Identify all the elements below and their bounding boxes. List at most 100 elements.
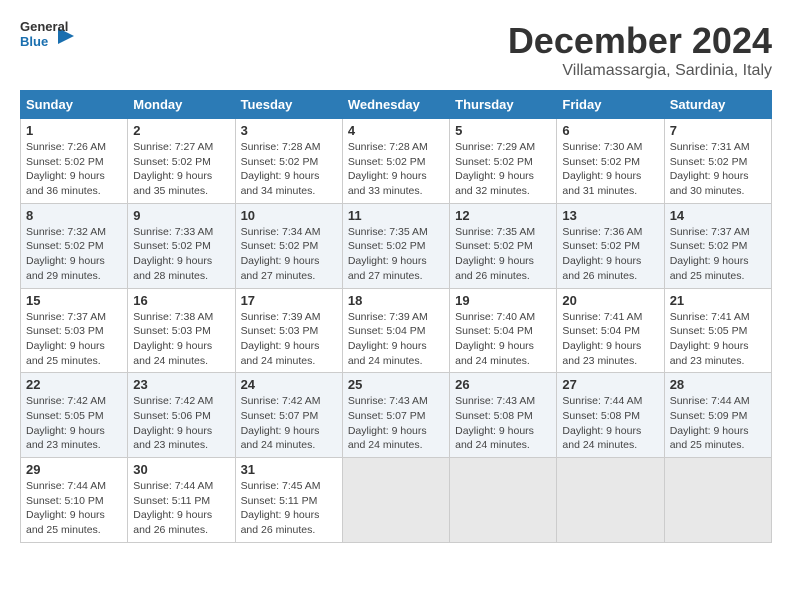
calendar-cell (557, 458, 664, 543)
day-number: 21 (670, 293, 766, 308)
calendar-cell: 21 Sunrise: 7:41 AM Sunset: 5:05 PM Dayli… (664, 288, 771, 373)
day-info: Sunrise: 7:40 AM Sunset: 5:04 PM Dayligh… (455, 310, 551, 369)
day-number: 12 (455, 208, 551, 223)
day-info: Sunrise: 7:26 AM Sunset: 5:02 PM Dayligh… (26, 140, 122, 199)
day-number: 4 (348, 123, 444, 138)
day-info: Sunrise: 7:42 AM Sunset: 5:07 PM Dayligh… (241, 394, 337, 453)
day-number: 22 (26, 377, 122, 392)
calendar-cell: 6Sunrise: 7:30 AM Sunset: 5:02 PM Daylig… (557, 119, 664, 204)
calendar-cell: 31Sunrise: 7:45 AM Sunset: 5:11 PM Dayli… (235, 458, 342, 543)
day-number: 11 (348, 208, 444, 223)
day-number: 29 (26, 462, 122, 477)
calendar-cell: 16 Sunrise: 7:38 AM Sunset: 5:03 PM Dayli… (128, 288, 235, 373)
calendar-cell: 10Sunrise: 7:34 AM Sunset: 5:02 PM Dayli… (235, 203, 342, 288)
day-info: Sunrise: 7:41 AM Sunset: 5:05 PM Dayligh… (670, 310, 766, 369)
calendar-cell: 27 Sunrise: 7:44 AM Sunset: 5:08 PM Dayli… (557, 373, 664, 458)
day-info: Sunrise: 7:44 AM Sunset: 5:10 PM Dayligh… (26, 479, 122, 538)
day-number: 1 (26, 123, 122, 138)
calendar-cell (664, 458, 771, 543)
calendar-header: SundayMondayTuesdayWednesdayThursdayFrid… (21, 91, 772, 119)
calendar-cell: 13Sunrise: 7:36 AM Sunset: 5:02 PM Dayli… (557, 203, 664, 288)
day-info: Sunrise: 7:44 AM Sunset: 5:11 PM Dayligh… (133, 479, 229, 538)
logo-text-general: General (20, 20, 56, 35)
day-info: Sunrise: 7:43 AM Sunset: 5:07 PM Dayligh… (348, 394, 444, 453)
day-number: 30 (133, 462, 229, 477)
calendar-cell (450, 458, 557, 543)
day-info: Sunrise: 7:27 AM Sunset: 5:02 PM Dayligh… (133, 140, 229, 199)
weekday-header-sunday: Sunday (21, 91, 128, 119)
title-area: December 2024 Villamassargia, Sardinia, … (508, 20, 772, 80)
day-number: 18 (348, 293, 444, 308)
day-number: 2 (133, 123, 229, 138)
calendar-cell: 28Sunrise: 7:44 AM Sunset: 5:09 PM Dayli… (664, 373, 771, 458)
day-number: 31 (241, 462, 337, 477)
day-info: Sunrise: 7:36 AM Sunset: 5:02 PM Dayligh… (562, 225, 658, 284)
calendar-cell: 24 Sunrise: 7:42 AM Sunset: 5:07 PM Dayli… (235, 373, 342, 458)
day-info: Sunrise: 7:34 AM Sunset: 5:02 PM Dayligh… (241, 225, 337, 284)
weekday-header-tuesday: Tuesday (235, 91, 342, 119)
day-number: 3 (241, 123, 337, 138)
day-number: 5 (455, 123, 551, 138)
day-info: Sunrise: 7:42 AM Sunset: 5:05 PM Dayligh… (26, 394, 122, 453)
day-info: Sunrise: 7:39 AM Sunset: 5:04 PM Dayligh… (348, 310, 444, 369)
calendar-table: SundayMondayTuesdayWednesdayThursdayFrid… (20, 90, 772, 543)
weekday-header-monday: Monday (128, 91, 235, 119)
calendar-cell: 15 Sunrise: 7:37 AM Sunset: 5:03 PM Dayli… (21, 288, 128, 373)
calendar-week-row: 22 Sunrise: 7:42 AM Sunset: 5:05 PM Dayli… (21, 373, 772, 458)
calendar-cell: 29 Sunrise: 7:44 AM Sunset: 5:10 PM Dayli… (21, 458, 128, 543)
day-number: 27 (562, 377, 658, 392)
day-info: Sunrise: 7:35 AM Sunset: 5:02 PM Dayligh… (455, 225, 551, 284)
calendar-cell: 18 Sunrise: 7:39 AM Sunset: 5:04 PM Dayli… (342, 288, 449, 373)
day-info: Sunrise: 7:38 AM Sunset: 5:03 PM Dayligh… (133, 310, 229, 369)
day-number: 14 (670, 208, 766, 223)
day-info: Sunrise: 7:30 AM Sunset: 5:02 PM Dayligh… (562, 140, 658, 199)
month-year-title: December 2024 (508, 20, 772, 62)
day-number: 28 (670, 377, 766, 392)
day-info: Sunrise: 7:31 AM Sunset: 5:02 PM Dayligh… (670, 140, 766, 199)
day-number: 24 (241, 377, 337, 392)
location-subtitle: Villamassargia, Sardinia, Italy (508, 62, 772, 80)
calendar-week-row: 1 Sunrise: 7:26 AM Sunset: 5:02 PM Daylig… (21, 119, 772, 204)
calendar-cell: 11 Sunrise: 7:35 AM Sunset: 5:02 PM Dayli… (342, 203, 449, 288)
calendar-cell (342, 458, 449, 543)
day-number: 23 (133, 377, 229, 392)
calendar-cell: 23 Sunrise: 7:42 AM Sunset: 5:06 PM Dayli… (128, 373, 235, 458)
calendar-cell: 30 Sunrise: 7:44 AM Sunset: 5:11 PM Dayli… (128, 458, 235, 543)
calendar-cell: 17Sunrise: 7:39 AM Sunset: 5:03 PM Dayli… (235, 288, 342, 373)
day-number: 19 (455, 293, 551, 308)
calendar-cell: 20 Sunrise: 7:41 AM Sunset: 5:04 PM Dayli… (557, 288, 664, 373)
day-number: 20 (562, 293, 658, 308)
weekday-header-wednesday: Wednesday (342, 91, 449, 119)
day-number: 17 (241, 293, 337, 308)
day-number: 9 (133, 208, 229, 223)
day-number: 25 (348, 377, 444, 392)
day-number: 16 (133, 293, 229, 308)
calendar-week-row: 8Sunrise: 7:32 AM Sunset: 5:02 PM Daylig… (21, 203, 772, 288)
calendar-cell: 4 Sunrise: 7:28 AM Sunset: 5:02 PM Daylig… (342, 119, 449, 204)
calendar-cell: 14Sunrise: 7:37 AM Sunset: 5:02 PM Dayli… (664, 203, 771, 288)
calendar-cell: 22 Sunrise: 7:42 AM Sunset: 5:05 PM Dayli… (21, 373, 128, 458)
calendar-cell: 1 Sunrise: 7:26 AM Sunset: 5:02 PM Daylig… (21, 119, 128, 204)
header-area: General Blue December 2024 Villamassargi… (20, 20, 772, 80)
day-info: Sunrise: 7:37 AM Sunset: 5:03 PM Dayligh… (26, 310, 122, 369)
day-info: Sunrise: 7:28 AM Sunset: 5:02 PM Dayligh… (348, 140, 444, 199)
weekday-header-thursday: Thursday (450, 91, 557, 119)
day-number: 7 (670, 123, 766, 138)
calendar-cell: 5Sunrise: 7:29 AM Sunset: 5:02 PM Daylig… (450, 119, 557, 204)
day-number: 15 (26, 293, 122, 308)
day-info: Sunrise: 7:41 AM Sunset: 5:04 PM Dayligh… (562, 310, 658, 369)
weekday-header-friday: Friday (557, 91, 664, 119)
weekday-header-saturday: Saturday (664, 91, 771, 119)
calendar-cell: 26Sunrise: 7:43 AM Sunset: 5:08 PM Dayli… (450, 373, 557, 458)
calendar-week-row: 15 Sunrise: 7:37 AM Sunset: 5:03 PM Dayli… (21, 288, 772, 373)
day-info: Sunrise: 7:42 AM Sunset: 5:06 PM Dayligh… (133, 394, 229, 453)
day-info: Sunrise: 7:44 AM Sunset: 5:08 PM Dayligh… (562, 394, 658, 453)
day-info: Sunrise: 7:43 AM Sunset: 5:08 PM Dayligh… (455, 394, 551, 453)
day-info: Sunrise: 7:35 AM Sunset: 5:02 PM Dayligh… (348, 225, 444, 284)
calendar-cell: 8Sunrise: 7:32 AM Sunset: 5:02 PM Daylig… (21, 203, 128, 288)
calendar-body: 1 Sunrise: 7:26 AM Sunset: 5:02 PM Daylig… (21, 119, 772, 543)
day-info: Sunrise: 7:33 AM Sunset: 5:02 PM Dayligh… (133, 225, 229, 284)
day-info: Sunrise: 7:32 AM Sunset: 5:02 PM Dayligh… (26, 225, 122, 284)
weekday-header-row: SundayMondayTuesdayWednesdayThursdayFrid… (21, 91, 772, 119)
calendar-cell: 19 Sunrise: 7:40 AM Sunset: 5:04 PM Dayli… (450, 288, 557, 373)
